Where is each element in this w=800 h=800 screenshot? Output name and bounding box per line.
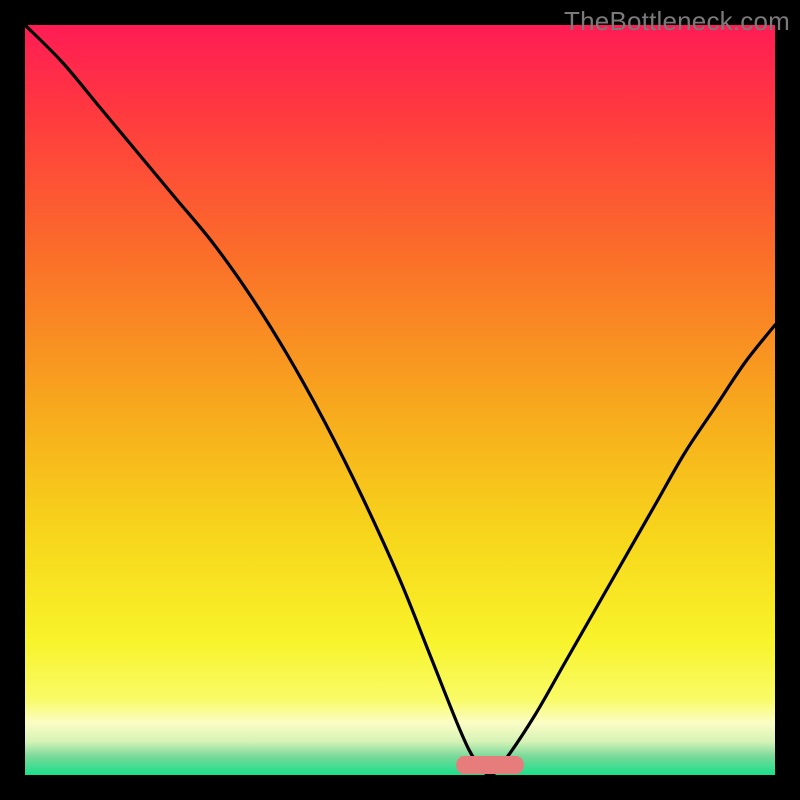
minimum-marker — [456, 756, 524, 774]
watermark-text: TheBottleneck.com — [564, 6, 790, 37]
plot-svg — [25, 25, 775, 775]
plot-area — [25, 25, 775, 775]
gradient-rect — [25, 25, 775, 775]
chart-frame: TheBottleneck.com — [0, 0, 800, 800]
